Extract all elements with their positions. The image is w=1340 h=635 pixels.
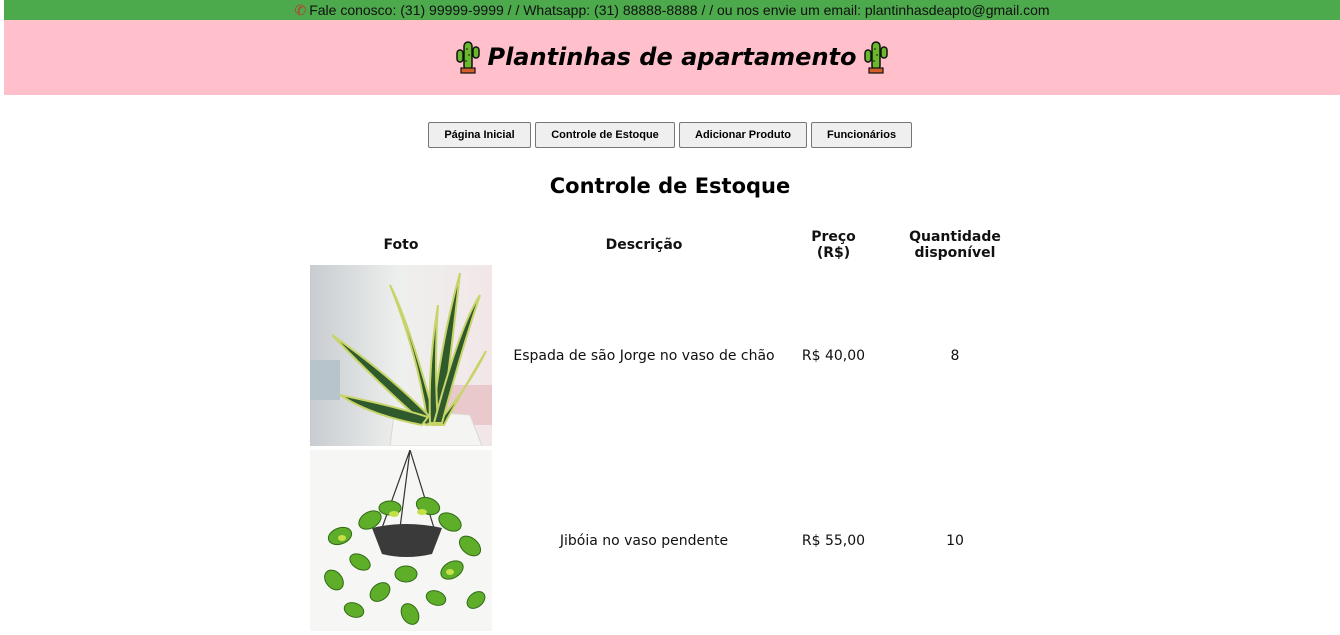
header-description: Descrição — [605, 237, 683, 253]
table-header-row: Foto Descrição Preço (R$) Quantidade dis… — [310, 229, 1035, 261]
contact-text: Fale conosco: (31) 99999-9999 / / Whatsa… — [309, 2, 1050, 18]
site-title-wrap: Plantinhas de apartamento — [455, 40, 888, 74]
site-header: Plantinhas de apartamento — [4, 20, 1340, 95]
photo-cell — [310, 265, 492, 446]
description-cell: Jibóia no vaso pendente — [559, 532, 729, 549]
quantity-cell: 10 — [946, 532, 964, 549]
snake-plant-photo — [310, 265, 492, 446]
table-row: Espada de são Jorge no vaso de chão R$ 4… — [310, 265, 1035, 446]
nav-employees-button[interactable]: Funcionários — [811, 122, 912, 148]
header-photo: Foto — [383, 237, 419, 253]
stock-table: Foto Descrição Preço (R$) Quantidade dis… — [306, 225, 1039, 635]
photo-cell — [310, 450, 492, 631]
pothos-hanging-photo — [310, 450, 492, 631]
nav-stock-button[interactable]: Controle de Estoque — [535, 122, 675, 148]
nav-home-button[interactable]: Página Inicial — [428, 122, 531, 148]
header-quantity: Quantidade disponível — [909, 229, 1001, 261]
description-cell: Espada de são Jorge no vaso de chão — [513, 347, 775, 364]
main-nav: Página Inicial Controle de Estoque Adici… — [0, 122, 1340, 148]
phone-icon: ✆ — [294, 1, 307, 18]
price-cell: R$ 55,00 — [801, 532, 866, 549]
site-title: Plantinhas de apartamento — [487, 42, 857, 71]
page-title: Controle de Estoque — [549, 174, 791, 198]
quantity-cell: 8 — [950, 347, 960, 364]
header-price: Preço (R$) — [811, 229, 856, 261]
contact-bar: ✆ Fale conosco: (31) 99999-9999 / / What… — [4, 0, 1340, 20]
nav-add-product-button[interactable]: Adicionar Produto — [679, 122, 807, 148]
cactus-icon — [456, 40, 481, 74]
cactus-icon — [863, 40, 888, 74]
table-row: Jibóia no vaso pendente R$ 55,00 10 — [310, 450, 1035, 631]
price-cell: R$ 40,00 — [801, 347, 866, 364]
